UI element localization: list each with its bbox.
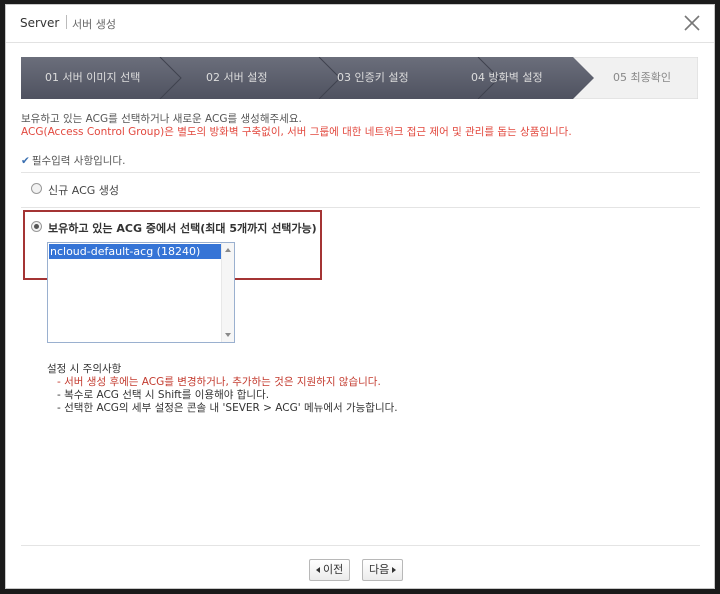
step-5-label: 05 최종확인: [613, 71, 671, 84]
step-1-label: 01 서버 이미지 선택: [45, 71, 141, 84]
step-4-label: 04 방화벽 설정: [471, 71, 543, 84]
chevron-right-icon: [392, 567, 397, 573]
info-line-2: ACG(Access Control Group)은 별도의 방화벽 구축없이,…: [21, 126, 572, 138]
next-button-label: 다음: [369, 563, 390, 576]
info-line-1: 보유하고 있는 ACG를 선택하거나 새로운 ACG를 생성해주세요.: [21, 113, 302, 125]
acg-listbox[interactable]: ncloud-default-acg (18240): [47, 242, 235, 343]
caution-heading: 설정 시 주의사항: [47, 363, 122, 375]
caution-notes: 설정 시 주의사항 - 서버 생성 후에는 ACG를 변경하거나, 추가하는 것…: [47, 363, 398, 415]
info-text: 보유하고 있는 ACG를 선택하거나 새로운 ACG를 생성해주세요. ACG(…: [21, 113, 701, 139]
required-note: ✔ 필수입력 사항입니다.: [21, 153, 125, 168]
acg-list-item[interactable]: ncloud-default-acg (18240): [49, 244, 221, 259]
step-3-label: 03 인증키 설정: [337, 71, 409, 84]
caution-item-2: - 복수로 ACG 선택 시 Shift를 이용해야 합니다.: [57, 389, 270, 401]
existing-acg-radio[interactable]: [31, 221, 42, 232]
section-divider: [21, 172, 700, 173]
new-acg-label[interactable]: 신규 ACG 생성: [48, 182, 119, 198]
existing-acg-label[interactable]: 보유하고 있는 ACG 중에서 선택(최대 5개까지 선택가능): [48, 220, 317, 236]
scroll-up-icon[interactable]: [225, 248, 231, 252]
chevron-left-icon: [316, 567, 320, 573]
new-acg-radio[interactable]: [31, 183, 42, 194]
step-2-label: 02 서버 설정: [206, 71, 268, 84]
footer-divider: [21, 545, 700, 546]
required-note-text: 필수입력 사항입니다.: [31, 155, 126, 167]
option-divider: [21, 207, 700, 208]
caution-item-1: - 서버 생성 후에는 ACG를 변경하거나, 추가하는 것은 지원하지 않습니…: [57, 376, 381, 388]
close-icon[interactable]: [683, 14, 701, 32]
scroll-down-icon[interactable]: [225, 333, 231, 337]
title-separator: [66, 15, 67, 29]
next-button[interactable]: 다음: [362, 559, 404, 581]
listbox-scrollbar[interactable]: [221, 243, 234, 342]
caution-item-3: - 선택한 ACG의 세부 설정은 콘솔 내 'SEVER > ACG' 메뉴에…: [57, 402, 398, 414]
dialog-title: Server: [20, 16, 60, 30]
check-icon: ✔: [21, 155, 30, 167]
dialog-titlebar: Server 서버 생성: [6, 5, 714, 43]
dialog-subtitle: 서버 생성: [72, 18, 116, 31]
wizard-steps: 01 서버 이미지 선택 02 서버 설정 03 인증키 설정 04 방화벽 설…: [21, 57, 698, 99]
server-create-dialog: Server 서버 생성 01 서버 이미지 선택 02 서버 설정 03 인증…: [5, 4, 715, 589]
prev-button[interactable]: 이전: [309, 559, 351, 581]
prev-button-label: 이전: [323, 563, 344, 576]
